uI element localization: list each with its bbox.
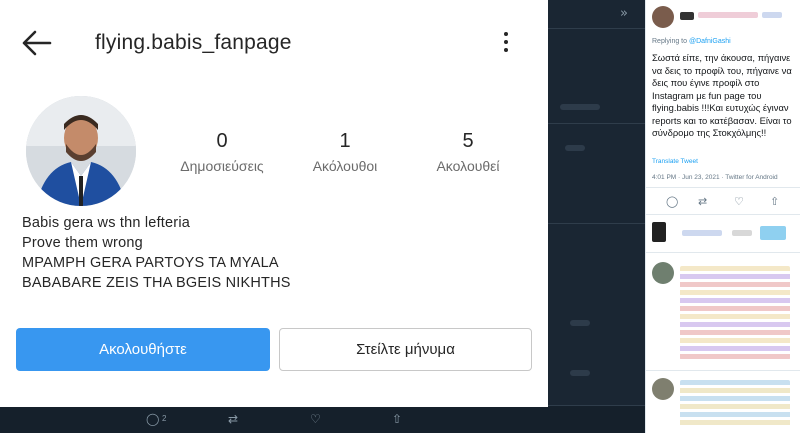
reply-count: 2 (162, 414, 167, 423)
like-icon[interactable]: ♡ (310, 412, 321, 426)
blurred-text (560, 104, 600, 110)
bio-line: Prove them wrong (22, 235, 143, 251)
blurred-author-name (762, 12, 782, 18)
blurred-author-name (680, 12, 694, 20)
divider (646, 252, 800, 253)
divider (548, 223, 645, 224)
blurred-author-name (698, 12, 758, 18)
retweet-icon[interactable]: ⇄ (228, 412, 238, 426)
tweet-action-bar: ◯ 2 ⇄ ♡ ⇧ (0, 405, 645, 433)
blurred-text (732, 230, 752, 236)
stat-following-value: 5 (462, 130, 474, 152)
share-icon[interactable]: ⇧ (392, 412, 402, 426)
blurred-text (565, 145, 585, 151)
divider (646, 187, 800, 188)
instagram-profile-card: flying.babis_fanpage 0 Δημοσιεύσεις 1 Ακ… (0, 0, 548, 407)
tweet-body: Σωστά είπε, την άκουσα, πήγαινε να δεις … (652, 52, 792, 138)
blurred-text (570, 370, 590, 376)
back-arrow-icon[interactable] (20, 26, 54, 60)
profile-header: flying.babis_fanpage (0, 0, 548, 84)
profile-avatar[interactable] (26, 96, 136, 206)
follow-button[interactable]: Ακολουθήστε (16, 328, 270, 371)
translate-tweet-link[interactable]: Translate Tweet (652, 158, 698, 165)
profile-username: flying.babis_fanpage (95, 31, 292, 54)
divider (646, 370, 800, 371)
stat-following[interactable]: 5 Ακολουθεί (413, 130, 523, 174)
blurred-text (570, 320, 590, 326)
blurred-text (682, 230, 722, 236)
stat-posts-label: Δημοσιεύσεις (180, 158, 264, 174)
stat-posts[interactable]: 0 Δημοσιεύσεις (167, 130, 277, 174)
tweet-author-avatar[interactable] (652, 6, 674, 28)
stat-followers-value: 1 (339, 130, 351, 152)
retweet-icon[interactable]: ⇄ (698, 195, 707, 208)
more-options-icon[interactable] (502, 32, 510, 56)
stat-posts-value: 0 (216, 130, 228, 152)
blurred-reply-avatar (652, 378, 674, 400)
chevron-right-icon[interactable]: » (620, 6, 628, 21)
message-button[interactable]: Στείλτε μήνυμα (279, 328, 532, 371)
blurred-reply-text (680, 380, 790, 428)
share-icon[interactable]: ⇧ (770, 195, 779, 208)
blurred-reply-avatar (652, 222, 666, 242)
like-icon[interactable]: ♡ (734, 195, 744, 208)
blurred-badge (760, 226, 786, 240)
stat-following-label: Ακολουθεί (436, 158, 500, 174)
bio-line: Babis gera ws thn lefteria (22, 215, 191, 231)
bio-line: BABABARE ZEIS THA BGEIS NIKHTHS (22, 275, 291, 291)
replying-to: Replying to @DafniGashi (652, 38, 731, 45)
stat-followers-label: Ακόλουθοι (312, 158, 378, 174)
divider (548, 123, 645, 124)
reply-icon[interactable]: ◯ (146, 412, 159, 426)
tweet-panel: Replying to @DafniGashi Σωστά είπε, την … (645, 0, 800, 433)
tweet-timestamp[interactable]: 4:01 PM · Jun 23, 2021 · Twitter for And… (652, 174, 778, 181)
divider (548, 28, 645, 29)
stat-followers[interactable]: 1 Ακόλουθοι (290, 130, 400, 174)
replying-handle[interactable]: @DafniGashi (689, 38, 731, 45)
blurred-reply-avatar (652, 262, 674, 284)
blurred-reply-text (680, 266, 790, 360)
divider (646, 214, 800, 215)
reply-icon[interactable]: ◯ (666, 195, 678, 208)
replying-prefix: Replying to (652, 38, 688, 45)
bio-line: ΜΡΑΜΡΗ GERA PARTOYS TA MYALA (22, 255, 279, 271)
profile-bio: Babis gera ws thn lefteria Prove them wr… (22, 213, 522, 293)
